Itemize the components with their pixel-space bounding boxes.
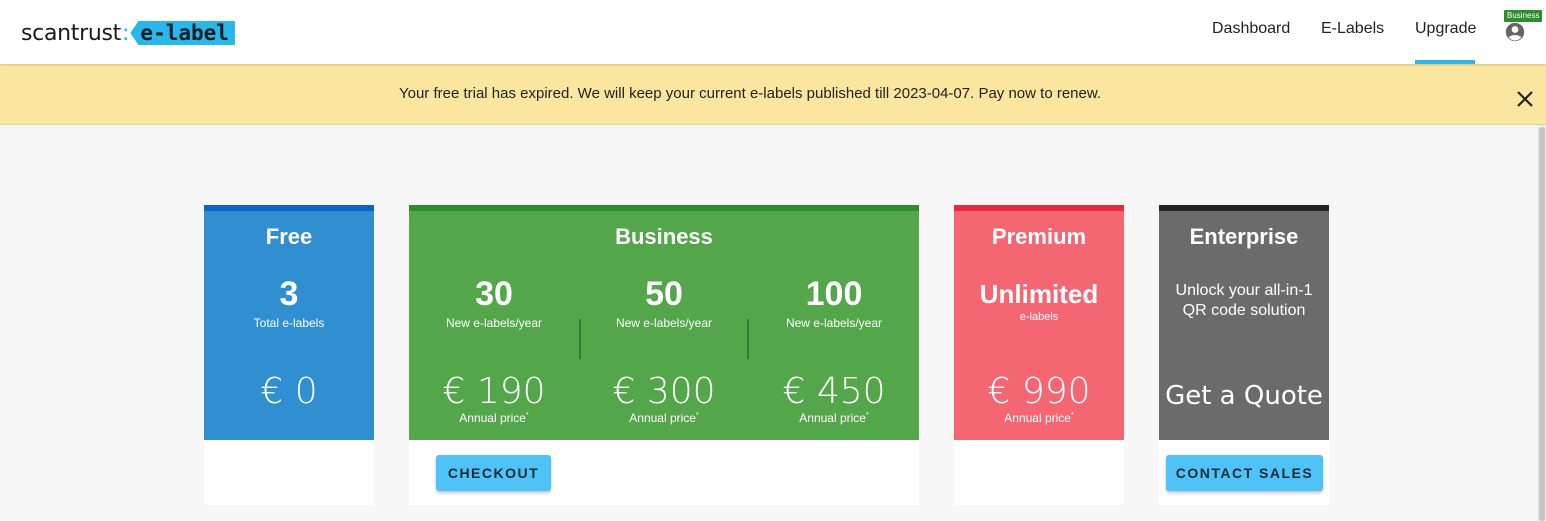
plan-count: Unlimited (979, 279, 1099, 309)
top-app-bar: scantrust : e-label Dashboard E-Labels U… (0, 0, 1546, 64)
tier-price-label: Annual price* (459, 411, 529, 425)
plan-price: € 0 (260, 371, 318, 412)
tier-price-label: Annual price* (629, 411, 699, 425)
tier-count-label: New e-labels/year (615, 316, 713, 330)
logo-wordmark: scantrust (21, 20, 121, 46)
tier-count: 50 (645, 275, 683, 313)
tagline-line-1: Unlock your all-in-1 (1175, 282, 1313, 299)
tier-count-label: New e-labels/year (445, 316, 543, 330)
tier-price: € 450 (782, 371, 886, 412)
plan-card-premium-header: Premium Unlimited e-labels € 990 Annual … (954, 205, 1124, 440)
banner-message: Your free trial has expired. We will kee… (398, 85, 1102, 102)
plan-title: Free (265, 224, 313, 249)
scantrust-elabel-logo[interactable]: scantrust : e-label (21, 20, 235, 46)
tier-price: € 300 (612, 371, 716, 412)
plan-price: € 990 (987, 371, 1091, 412)
tier-count: 30 (475, 275, 513, 313)
tagline-line-2: QR code solution (1182, 302, 1306, 319)
plan-card-business-header: Business 30 New e-labels/year € 190 Annu… (409, 205, 919, 440)
checkout-button[interactable]: CHECKOUT (436, 455, 551, 491)
close-icon[interactable] (1515, 89, 1535, 109)
nav-dashboard[interactable]: Dashboard (1212, 0, 1290, 64)
plan-card-enterprise-header: Enterprise Unlock your all-in-1 QR code … (1159, 205, 1329, 440)
nav-upgrade[interactable]: Upgrade (1415, 0, 1476, 64)
logo-tag: e-label (130, 21, 235, 45)
account-circle-icon[interactable] (1505, 22, 1525, 42)
logo-colon: : (122, 20, 130, 46)
plan-card-business: Business 30 New e-labels/year € 190 Annu… (409, 205, 919, 505)
tier-divider (579, 319, 581, 359)
tier-count-label: New e-labels/year (785, 316, 883, 330)
plan-title: Enterprise (1189, 224, 1299, 249)
plan-count: 3 (279, 275, 299, 313)
plan-card-enterprise: Enterprise Unlock your all-in-1 QR code … (1159, 205, 1329, 505)
plan-card-free: Free 3 Total e-labels € 0 (204, 205, 374, 505)
tier-divider (747, 319, 749, 359)
tier-price: € 190 (442, 371, 546, 412)
enterprise-tagline: Unlock your all-in-1 QR code solution (1159, 281, 1329, 321)
plan-price-label: Annual price* (1004, 411, 1074, 425)
plan-title: Business (615, 224, 713, 249)
plan-title: Premium (991, 224, 1087, 249)
trial-expired-banner: Your free trial has expired. We will kee… (0, 64, 1546, 125)
nav-e-labels[interactable]: E-Labels (1321, 0, 1384, 64)
plan-count-label: Total e-labels (253, 316, 325, 330)
contact-sales-button[interactable]: CONTACT SALES (1166, 455, 1323, 491)
plan-badge: Business (1504, 10, 1543, 22)
plan-card-premium: Premium Unlimited e-labels € 990 Annual … (954, 205, 1124, 505)
page-scrollbar-thumb[interactable] (1539, 127, 1545, 521)
get-a-quote-text: Get a Quote (1165, 381, 1323, 411)
plan-count-label: e-labels (1019, 311, 1059, 323)
tier-count: 100 (805, 275, 863, 313)
tier-price-label: Annual price* (799, 411, 869, 425)
plan-card-free-header: Free 3 Total e-labels € 0 (204, 205, 374, 440)
